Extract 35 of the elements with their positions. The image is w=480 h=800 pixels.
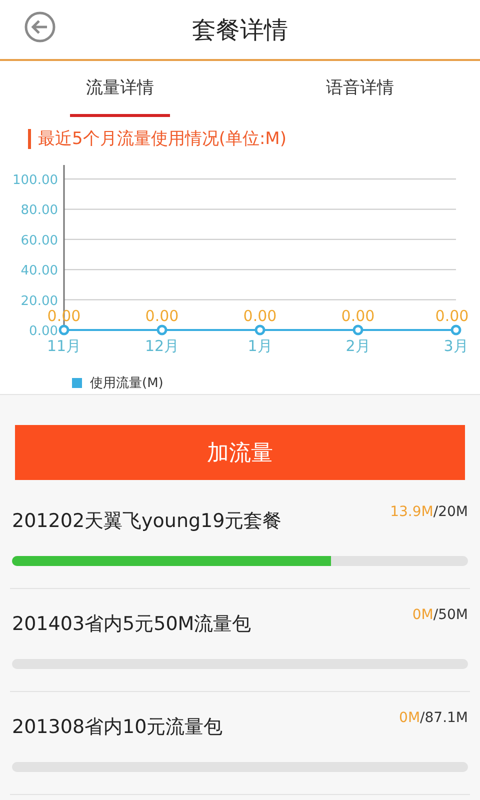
value-label: 0.00 bbox=[341, 307, 375, 325]
y-tick-label: 80.00 bbox=[20, 203, 58, 218]
y-tick-label: 20.00 bbox=[20, 294, 58, 309]
used-amount: 13.9M bbox=[390, 504, 434, 520]
package-name: 201308省内10元流量包 bbox=[12, 715, 223, 740]
y-tick-label: 60.00 bbox=[20, 233, 58, 248]
y-tick-label: 0.00 bbox=[29, 324, 58, 339]
value-label: 0.00 bbox=[435, 307, 469, 325]
x-tick-label: 1月 bbox=[248, 337, 272, 355]
x-tick-label: 12月 bbox=[144, 337, 180, 355]
back-button[interactable] bbox=[24, 11, 58, 45]
section-title: 最近5个月流量使用情况(单位:M) bbox=[28, 129, 480, 149]
data-point bbox=[450, 324, 462, 336]
y-tick-label: 40.00 bbox=[20, 264, 58, 279]
package-name: 201403省内5元50M流量包 bbox=[12, 612, 252, 637]
used-amount: 0M bbox=[412, 607, 434, 623]
y-tick-label: 100.00 bbox=[12, 173, 58, 188]
tab[interactable]: 流量详情 bbox=[70, 61, 170, 117]
total-amount: /50M bbox=[433, 607, 468, 623]
data-point bbox=[58, 324, 70, 336]
x-tick-label: 3月 bbox=[444, 337, 468, 355]
data-point bbox=[156, 324, 168, 336]
total-amount: /20M bbox=[433, 504, 468, 520]
data-point bbox=[352, 324, 364, 336]
x-tick-label: 11月 bbox=[46, 337, 82, 355]
value-label: 0.00 bbox=[145, 307, 179, 325]
page-title: 套餐详情 bbox=[192, 14, 288, 46]
tab[interactable]: 语音详情 bbox=[310, 61, 410, 117]
value-label: 0.00 bbox=[243, 307, 277, 325]
total-amount: /87.1M bbox=[420, 710, 468, 726]
used-amount: 0M bbox=[399, 710, 420, 726]
legend-label: 使用流量(M) bbox=[90, 375, 164, 392]
x-tick-label: 2月 bbox=[346, 337, 370, 355]
data-point bbox=[254, 324, 266, 336]
package-name: 201202天翼飞young19元套餐 bbox=[12, 509, 282, 534]
